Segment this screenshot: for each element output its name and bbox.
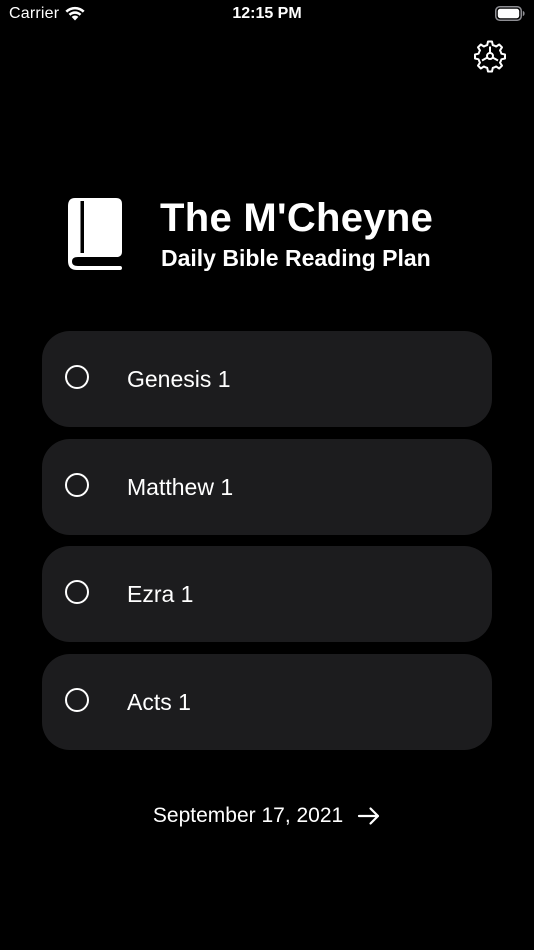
reading-label: Genesis 1 [127,366,231,392]
reading-item-genesis[interactable]: Genesis 1 [42,331,492,427]
status-time: 12:15 PM [232,5,302,22]
book-icon [68,198,122,270]
reading-item-ezra[interactable]: Ezra 1 [42,546,492,642]
arrow-right-icon [357,807,380,826]
app-title: The M'Cheyne [160,196,434,240]
gear-icon [474,40,506,73]
unchecked-circle-icon[interactable] [65,365,89,389]
reading-item-matthew[interactable]: Matthew 1 [42,438,492,535]
settings-button[interactable] [472,38,508,74]
status-bar: Carrier 12:15 PM [0,0,534,30]
reading-label: Ezra 1 [127,581,194,607]
battery-icon [495,6,525,21]
reading-label: Acts 1 [127,688,191,715]
app-subtitle: Daily Bible Reading Plan [161,245,431,271]
next-date-button[interactable]: September 17, 2021 [0,804,534,828]
unchecked-circle-icon[interactable] [65,580,89,604]
reading-item-acts[interactable]: Acts 1 [42,653,492,750]
reading-list: Genesis 1 Matthew 1 Ezra 1 Acts 1 [42,331,492,761]
unchecked-circle-icon[interactable] [65,687,89,712]
current-date: September 17, 2021 [152,804,344,828]
unchecked-circle-icon[interactable] [65,472,89,497]
app-header: The M'Cheyne Daily Bible Reading Plan [66,196,486,276]
reading-label: Matthew 1 [127,473,234,500]
